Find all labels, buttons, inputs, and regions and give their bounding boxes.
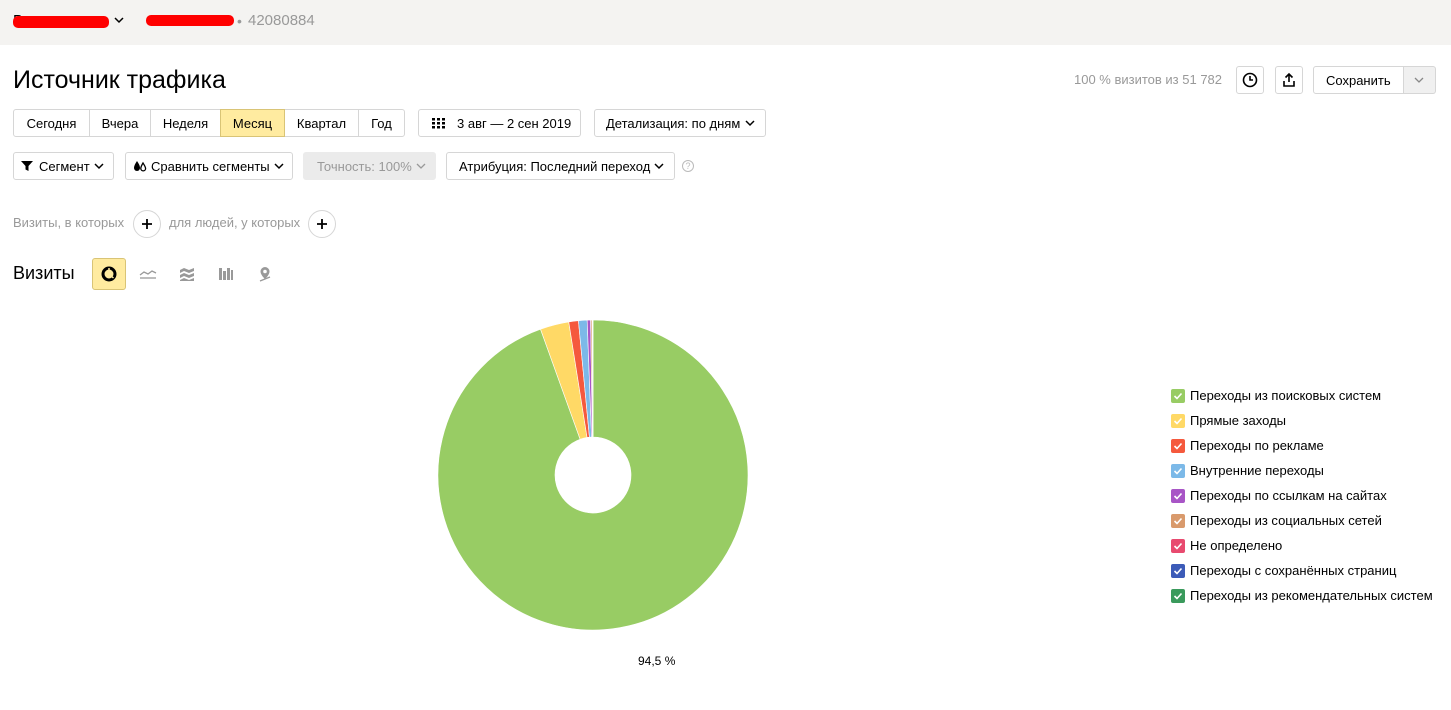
- save-options-button[interactable]: [1403, 66, 1436, 94]
- detail-label: Детализация: по дням: [606, 115, 741, 131]
- period-yesterday[interactable]: Вчера: [89, 109, 151, 137]
- chevron-down-icon: [94, 163, 104, 170]
- legend-label: Переходы по рекламе: [1190, 438, 1324, 453]
- visits-summary: 100 % визитов из 51 782: [1074, 72, 1223, 87]
- checkbox-checked-icon[interactable]: [1171, 588, 1185, 603]
- period-quarter[interactable]: Квартал: [284, 109, 359, 137]
- bar-chart-icon: [219, 268, 233, 280]
- checkbox-checked-icon[interactable]: [1171, 388, 1185, 403]
- legend-item[interactable]: Переходы из поисковых систем: [1171, 383, 1433, 408]
- filter-icon: [21, 161, 33, 171]
- export-button[interactable]: [1275, 66, 1303, 94]
- counter-id: 42080884: [248, 12, 315, 29]
- pie-chart: [437, 319, 749, 631]
- checkbox-checked-icon[interactable]: [1171, 488, 1185, 503]
- period-year[interactable]: Год: [358, 109, 405, 137]
- checkbox-checked-icon[interactable]: [1171, 463, 1185, 478]
- checkbox-checked-icon[interactable]: [1171, 538, 1185, 553]
- plus-icon: [317, 219, 327, 229]
- segment-dropdown[interactable]: Сегмент: [13, 152, 114, 180]
- legend-label: Переходы из социальных сетей: [1190, 513, 1382, 528]
- chart-legend: Переходы из поисковых систем Прямые заход…: [1171, 383, 1433, 608]
- legend-label: Переходы по ссылкам на сайтах: [1190, 488, 1387, 503]
- calendar-icon: [432, 118, 445, 129]
- chevron-down-icon: [745, 120, 755, 127]
- legend-item[interactable]: Переходы из социальных сетей: [1171, 508, 1433, 533]
- checkbox-checked-icon[interactable]: [1171, 438, 1185, 453]
- add-visit-condition-button[interactable]: [133, 210, 161, 238]
- date-range-label: 3 авг — 2 сен 2019: [457, 115, 572, 131]
- attribution-dropdown[interactable]: Атрибуция: Последний переход: [446, 152, 675, 180]
- chevron-down-icon: [654, 163, 664, 170]
- map-icon: [259, 267, 271, 282]
- legend-item[interactable]: Прямые заходы: [1171, 408, 1433, 433]
- period-today[interactable]: Сегодня: [13, 109, 90, 137]
- visits-condition-label: Визиты, в которых: [13, 215, 125, 230]
- separator-dot: •: [237, 13, 242, 29]
- share-icon: [1283, 72, 1295, 87]
- checkbox-checked-icon[interactable]: [1171, 513, 1185, 528]
- chart-type-area[interactable]: [170, 258, 204, 290]
- checkbox-checked-icon[interactable]: [1171, 413, 1185, 428]
- add-people-condition-button[interactable]: [308, 210, 336, 238]
- save-button[interactable]: Сохранить: [1313, 66, 1404, 94]
- date-range-button[interactable]: 3 авг — 2 сен 2019: [418, 109, 581, 137]
- pie-data-label: 94,5 %: [638, 654, 676, 668]
- clock-icon: [1242, 72, 1258, 88]
- accuracy-label: Точность: 100%: [317, 158, 412, 174]
- drops-icon: [134, 161, 147, 172]
- compare-label: Сравнить сегменты: [151, 158, 270, 174]
- legend-item[interactable]: Переходы из рекомендательных систем: [1171, 583, 1433, 608]
- page-title: Источник трафика: [13, 66, 226, 94]
- period-month[interactable]: Месяц: [220, 109, 285, 137]
- chart-type-map[interactable]: [248, 258, 282, 290]
- chevron-down-icon[interactable]: [113, 14, 125, 26]
- legend-label: Переходы из рекомендательных систем: [1190, 588, 1433, 603]
- line-chart-icon: [139, 270, 157, 279]
- chevron-down-icon: [416, 163, 426, 169]
- chevron-down-icon: [274, 163, 284, 170]
- legend-label: Прямые заходы: [1190, 413, 1287, 428]
- history-button[interactable]: [1236, 66, 1264, 94]
- detail-dropdown[interactable]: Детализация: по дням: [594, 109, 766, 137]
- attribution-label: Атрибуция: Последний переход: [459, 158, 651, 174]
- chart-title: Визиты: [13, 263, 75, 283]
- legend-item[interactable]: Не определено: [1171, 533, 1433, 558]
- chart-type-bar[interactable]: [209, 258, 243, 290]
- chart-type-line[interactable]: [131, 258, 165, 290]
- legend-item[interactable]: Переходы по рекламе: [1171, 433, 1433, 458]
- legend-item[interactable]: Внутренние переходы: [1171, 458, 1433, 483]
- period-week[interactable]: Неделя: [150, 109, 221, 137]
- legend-item[interactable]: Переходы с сохранённых страниц: [1171, 558, 1433, 583]
- segment-label: Сегмент: [39, 158, 90, 174]
- legend-label: Внутренние переходы: [1190, 463, 1324, 478]
- counter-bar: В • 42080884: [0, 0, 1451, 45]
- compare-segments-dropdown[interactable]: Сравнить сегменты: [125, 152, 293, 180]
- help-icon[interactable]: ?: [682, 160, 694, 172]
- area-chart-icon: [180, 268, 194, 281]
- accuracy-dropdown[interactable]: Точность: 100%: [303, 152, 436, 180]
- period-selector: Сегодня Вчера Неделя Месяц Квартал Год: [13, 109, 405, 137]
- plus-icon: [142, 219, 152, 229]
- pie-chart-icon: [101, 266, 117, 282]
- legend-label: Не определено: [1190, 538, 1283, 553]
- redaction-mark: [146, 15, 234, 26]
- legend-label: Переходы с сохранённых страниц: [1190, 563, 1397, 578]
- redaction-mark: [13, 16, 109, 28]
- chevron-down-icon: [1414, 77, 1424, 83]
- legend-item[interactable]: Переходы по ссылкам на сайтах: [1171, 483, 1433, 508]
- people-condition-label: для людей, у которых: [169, 215, 301, 230]
- checkbox-checked-icon[interactable]: [1171, 563, 1185, 578]
- legend-label: Переходы из поисковых систем: [1190, 388, 1382, 403]
- chart-type-pie[interactable]: [92, 258, 126, 290]
- save-group: Сохранить: [1313, 66, 1436, 94]
